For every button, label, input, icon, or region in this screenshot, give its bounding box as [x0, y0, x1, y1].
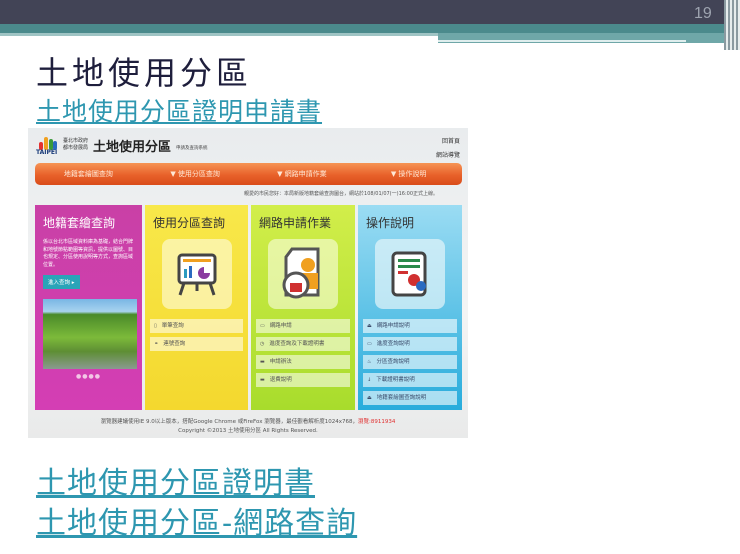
- nav-help[interactable]: ▼ 操作說明: [355, 169, 462, 179]
- nav-zoning[interactable]: ▼ 使用分區查詢: [142, 169, 249, 179]
- user-lock-document-icon[interactable]: [268, 239, 338, 309]
- menu-apply-help[interactable]: ⏏ 網路申請說明: [363, 319, 457, 333]
- column-title: 操作說明: [366, 216, 415, 230]
- accent-line: [438, 40, 686, 42]
- slide-accent-band: [0, 24, 740, 33]
- menu-cadastral-help[interactable]: ⏏ 地籍套繪圖查詢說明: [363, 391, 457, 405]
- app-subtitle: 申請及查詢系統: [176, 146, 208, 151]
- enter-query-button[interactable]: 進入查詢 ▸: [43, 275, 80, 289]
- page-number: 19: [694, 5, 712, 22]
- landscape-photo: [43, 299, 137, 369]
- link-zoning-certificate[interactable]: 土地使用分區證明書: [36, 458, 315, 502]
- column-description: 係以台北市區域資料庫為基礎，結合門牌和地號節點範圍等資訊，提供以圖號、目也規定、…: [43, 239, 134, 268]
- website-screenshot: TAIPEI 臺北市政府 都市發展局 土地使用分區 申請及查詢系統 回首頁 網站導覽…: [28, 128, 468, 438]
- slide-title: 土地使用分區: [36, 54, 253, 92]
- settings-document-icon[interactable]: [375, 239, 445, 309]
- menu-zoning-help[interactable]: ♨ 分區查詢說明: [363, 355, 457, 369]
- presentation-chart-icon[interactable]: [161, 239, 232, 309]
- slide-header-bar: [0, 0, 740, 24]
- menu-online-apply[interactable]: ▭ 網路申請: [256, 319, 350, 333]
- menu-apply-rules[interactable]: ▬ 申請辦法: [256, 355, 350, 369]
- menu-progress-download[interactable]: ◷ 進度查詢及下載證明書: [256, 337, 350, 351]
- main-nav: 地籍套繪圖查詢 ▼ 使用分區查詢 ▼ 網路申請作業 ▼ 操作說明: [35, 163, 462, 185]
- nav-apply[interactable]: ▼ 網路申請作業: [249, 169, 356, 179]
- nav-cadastral[interactable]: 地籍套繪圖查詢: [35, 169, 142, 179]
- column-zoning: 使用分區查詢 ▯ 單筆查詢 ⚭ 連號查詢: [145, 205, 248, 410]
- edge-decoration: [724, 0, 740, 50]
- copyright: Copyright ©2013 土地使用分區 All Rights Reserv…: [178, 428, 318, 434]
- carousel-dots[interactable]: ●●●●: [40, 373, 137, 380]
- menu-serial-query[interactable]: ⚭ 連號查詢: [150, 337, 243, 351]
- app-title: 土地使用分區: [93, 139, 172, 155]
- link-application-form[interactable]: 土地使用分區證明申請書: [36, 92, 322, 128]
- link-zoning-online-query[interactable]: 土地使用分區-網路查詢: [36, 498, 357, 542]
- footer-browser-note: 瀏覽器建議使用IE 9.0以上版本，搭配Google Chrome 或FireF…: [100, 419, 358, 425]
- visit-counter: 瀏覽:8911934: [357, 419, 396, 425]
- site-header: TAIPEI 臺北市政府 都市發展局 土地使用分區 申請及查詢系統: [36, 134, 208, 156]
- column-cadastral: 地籍套繪查詢 係以台北市區域資料庫為基礎，結合門牌和地號節點範圍等資訊，提供以圖…: [35, 205, 142, 410]
- column-online-apply: 網路申請作業 ▭ 網路申請 ◷ 進度查詢及下載證明書 ▬ 申請辦法 ▬ 退費說明: [251, 205, 355, 410]
- menu-single-query[interactable]: ▯ 單筆查詢: [150, 319, 243, 333]
- home-link[interactable]: 回首頁: [436, 135, 460, 149]
- accent-line: [0, 33, 438, 36]
- sitemap-link[interactable]: 網站導覽: [436, 149, 460, 163]
- column-title: 使用分區查詢: [153, 216, 226, 230]
- menu-progress-help[interactable]: ▭ 進度查詢說明: [363, 337, 457, 351]
- site-footer: 瀏覽器建議使用IE 9.0以上版本，搭配Google Chrome 或FireF…: [28, 418, 468, 436]
- column-title: 網路申請作業: [259, 216, 332, 230]
- column-title: 地籍套繪查詢: [43, 216, 116, 230]
- taipei-logo: TAIPEI: [36, 134, 58, 156]
- org-name: 臺北市政府 都市發展局: [63, 138, 89, 151]
- menu-download-help[interactable]: ↓ 下載證明書說明: [363, 373, 457, 387]
- menu-refund[interactable]: ▬ 退費說明: [256, 373, 350, 387]
- notice-text: 親愛的市民您好：本局新版地籍套繪查詢圖台，網站於108/01/07(一)16:0…: [244, 191, 438, 197]
- column-help: 操作說明 ⏏ 網路申請說明 ▭ 進度查詢說明 ♨ 分區查詢說明 ↓ 下載證明書說明 ⏏ 地…: [358, 205, 462, 410]
